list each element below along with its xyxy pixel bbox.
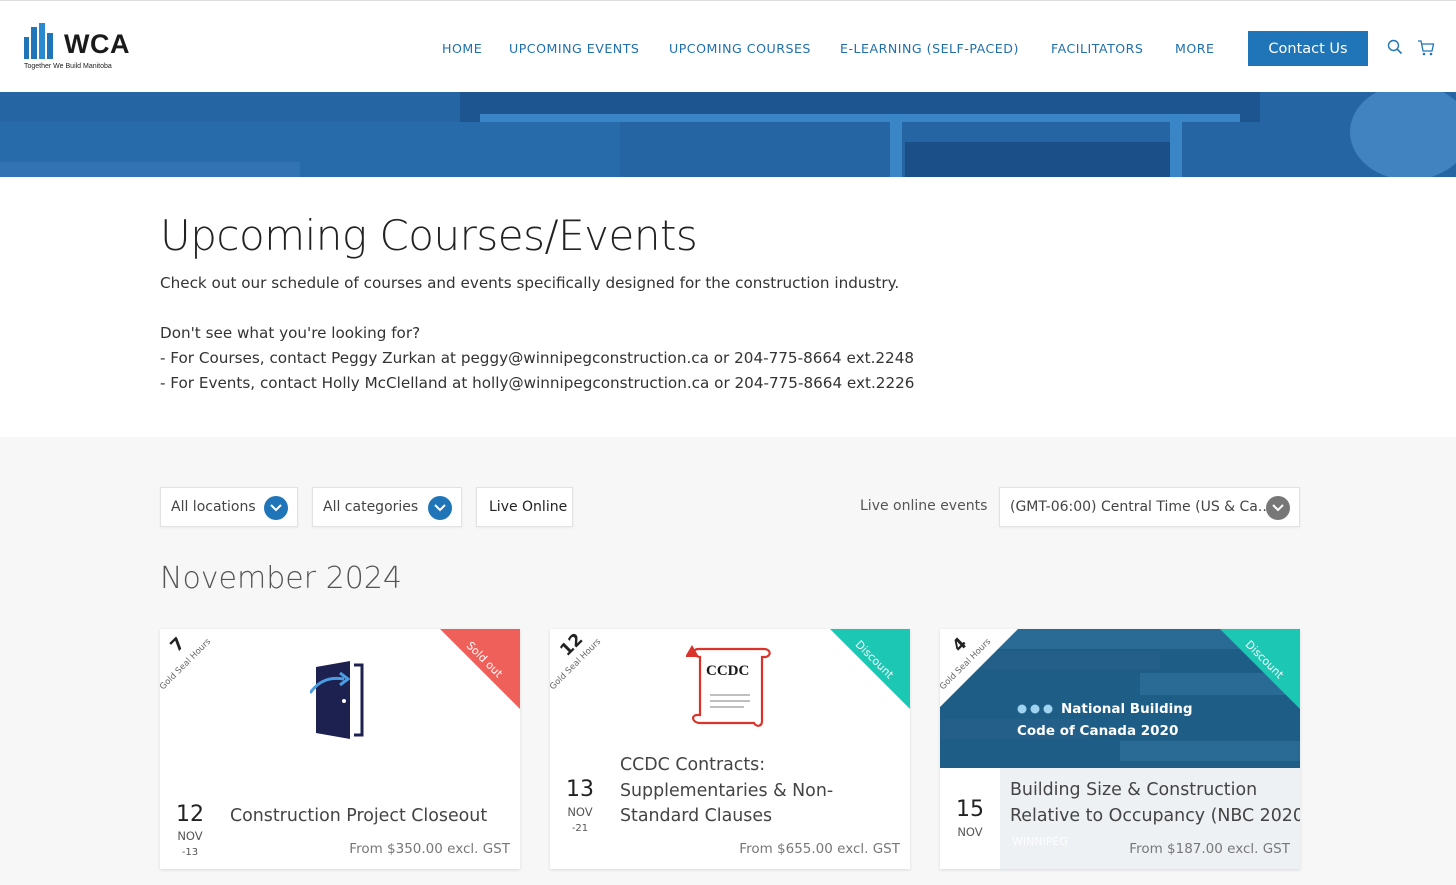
ccdc-document-icon: [686, 645, 771, 727]
live-online-events-label: Live online events: [860, 498, 988, 514]
category-filter-value: All categories: [323, 499, 419, 515]
event-date-end: -21: [571, 823, 589, 834]
logo-text: WCA: [64, 29, 130, 59]
contact-us-button[interactable]: Contact Us: [1248, 31, 1368, 66]
nav-more[interactable]: MORE: [1175, 41, 1215, 56]
nbc-banner-line2: Code of Canada 2020: [1017, 723, 1179, 739]
hero-image: [0, 92, 1456, 177]
event-date-end: -13: [181, 847, 199, 858]
ccdc-logo-text: CCDC: [706, 663, 750, 679]
nav-facilitators[interactable]: FACILITATORS: [1051, 41, 1143, 56]
site-header: WCA Together We Build Manitoba HOME UPCO…: [0, 0, 1456, 92]
search-icon[interactable]: [1387, 39, 1403, 55]
location-filter-value: All locations: [171, 499, 256, 515]
chevron-down-icon: [264, 496, 288, 520]
month-heading: November 2024: [160, 561, 402, 596]
event-location: WINNIPEG: [1012, 835, 1068, 848]
event-date-day: 15: [956, 797, 984, 822]
door-exit-icon: [310, 661, 364, 739]
cart-icon[interactable]: [1417, 39, 1435, 57]
intro-events-contact: - For Events, contact Holly McClelland a…: [160, 374, 915, 392]
event-title-line: Building Size & Construction: [1010, 780, 1258, 800]
event-title-line: Standard Clauses: [620, 806, 773, 826]
event-price: From $655.00 excl. GST: [739, 841, 900, 857]
event-card-ccdc[interactable]: 12 Gold Seal Hours Discount CCDC 13 NOV …: [550, 629, 910, 869]
nav-upcoming-events[interactable]: UPCOMING EVENTS: [509, 41, 639, 56]
event-date-month: NOV: [567, 805, 593, 819]
location-filter[interactable]: All locations: [160, 487, 298, 527]
nbc-banner-line1: National Building: [1061, 701, 1193, 717]
intro-question: Don't see what you're looking for?: [160, 324, 421, 342]
event-title-line: CCDC Contracts:: [620, 755, 766, 775]
event-title-line: Supplementaries & Non-: [620, 780, 834, 801]
wca-logo[interactable]: WCA Together We Build Manitoba: [24, 21, 144, 73]
event-date-month: NOV: [957, 825, 983, 839]
live-online-button[interactable]: Live Online: [476, 487, 573, 527]
intro-section: Upcoming Courses/Events Check out our sc…: [0, 177, 1456, 437]
timezone-select[interactable]: (GMT-06:00) Central Time (US & Ca...: [999, 487, 1300, 527]
hero-banner: [0, 92, 1456, 177]
page-title: Upcoming Courses/Events: [160, 211, 698, 260]
event-date-day: 13: [566, 777, 594, 802]
nav-upcoming-courses[interactable]: UPCOMING COURSES: [669, 41, 811, 56]
nav-home[interactable]: HOME: [442, 41, 482, 56]
chevron-down-icon: [428, 496, 452, 520]
category-filter[interactable]: All categories: [312, 487, 462, 527]
event-title[interactable]: Construction Project Closeout: [230, 804, 487, 830]
chevron-down-icon: [1266, 496, 1290, 520]
event-title-line: Relative to Occupancy (NBC 2020): [1010, 805, 1300, 826]
intro-courses-contact: - For Courses, contact Peggy Zurkan at p…: [160, 349, 915, 367]
logo-bars-icon: [24, 23, 53, 59]
event-card-nbc[interactable]: National Building Code of Canada 2020 4 …: [940, 629, 1300, 869]
live-online-label: Live Online: [489, 499, 568, 515]
event-date-month: NOV: [177, 829, 203, 843]
timezone-value: (GMT-06:00) Central Time (US & Ca...: [1010, 499, 1272, 515]
nav-e-learning[interactable]: E-LEARNING (SELF-PACED): [840, 41, 1019, 56]
logo-tagline: Together We Build Manitoba: [24, 63, 112, 70]
intro-description: Check out our schedule of courses and ev…: [160, 274, 900, 292]
event-date-day: 12: [176, 802, 204, 827]
event-title[interactable]: CCDC Contracts: Supplementaries & Non- S…: [620, 753, 900, 830]
event-price: From $350.00 excl. GST: [349, 841, 510, 857]
event-title[interactable]: Building Size & Construction Relative to…: [1010, 778, 1300, 829]
event-price: From $187.00 excl. GST: [1129, 841, 1290, 857]
event-card-closeout[interactable]: 7 Gold Seal Hours Sold out 12 NOV -13 Co…: [160, 629, 520, 869]
